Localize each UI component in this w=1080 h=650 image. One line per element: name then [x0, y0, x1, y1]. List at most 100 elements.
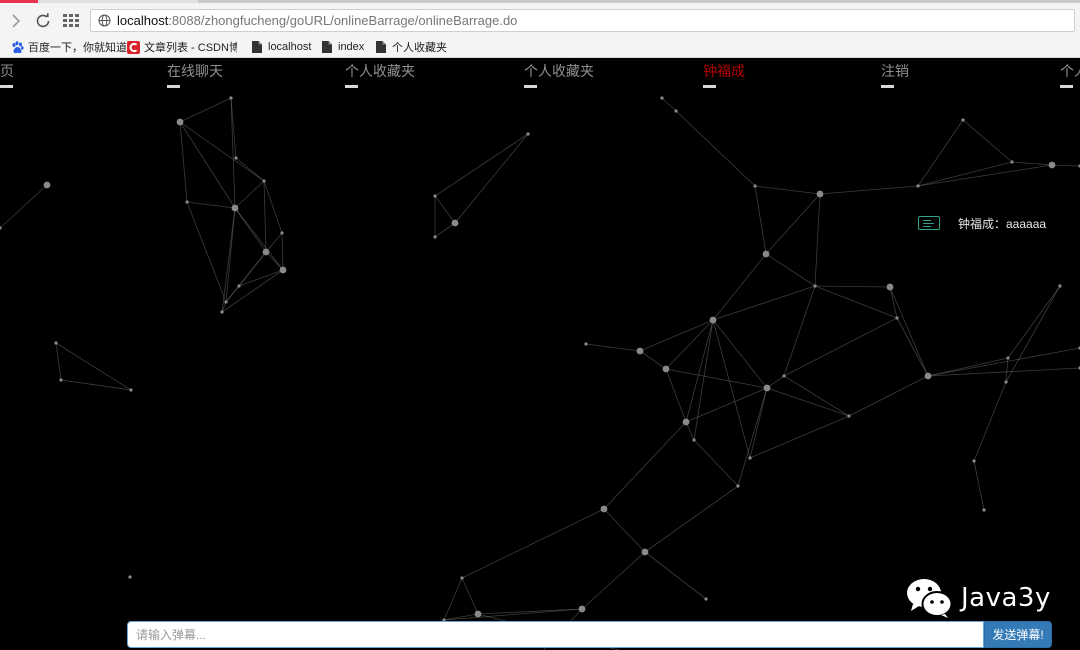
network-node	[636, 347, 644, 355]
network-node	[185, 200, 189, 204]
network-node	[682, 418, 690, 426]
network-link	[234, 180, 265, 209]
network-link	[1011, 161, 1053, 166]
barrage-form: 发送弹幕!	[127, 621, 1052, 648]
tab-strip	[198, 0, 1080, 3]
network-node	[736, 484, 740, 488]
network-node	[474, 610, 482, 618]
network-link	[749, 387, 768, 459]
grid-icon	[63, 14, 79, 27]
network-node	[460, 576, 464, 580]
bookmark-label: 文章列表 - CSDN博客	[144, 42, 237, 54]
bookmark-label: index	[338, 41, 365, 53]
nav-item-chat[interactable]: 在线聊天	[167, 61, 223, 88]
network-node	[674, 109, 678, 113]
network-link	[848, 375, 929, 417]
network-link	[265, 232, 283, 253]
network-link	[765, 253, 816, 287]
network-node	[224, 300, 228, 304]
network-node	[59, 378, 63, 382]
network-node	[748, 456, 752, 460]
nav-item-favorites-2[interactable]: 个人收藏夹	[524, 61, 594, 88]
page-icon	[250, 40, 264, 54]
send-barrage-button[interactable]: 发送弹幕!	[984, 621, 1052, 648]
network-node	[692, 438, 696, 442]
nav-underline	[703, 85, 716, 88]
network-node	[1010, 160, 1014, 164]
network-link	[603, 508, 646, 553]
network-link	[814, 285, 891, 288]
network-link	[225, 207, 236, 303]
bookmark-index[interactable]: index	[320, 38, 364, 56]
nav-label: 注销	[881, 64, 909, 80]
network-node	[176, 118, 184, 126]
network-link	[443, 577, 463, 621]
nav-item-favorites[interactable]: 个人收藏夹	[345, 61, 415, 88]
nav-label: 个人	[1060, 64, 1080, 80]
network-node	[916, 184, 920, 188]
network-link	[230, 97, 236, 209]
network-link	[712, 285, 816, 321]
nav-item-user[interactable]: 钟福成	[703, 61, 745, 88]
page-icon	[374, 40, 388, 54]
nav-label: 个人收藏夹	[345, 64, 415, 80]
network-link	[585, 343, 641, 352]
bookmark-favorites[interactable]: 个人收藏夹	[374, 38, 447, 56]
bookmark-baidu[interactable]: 百度一下，你就知道	[10, 38, 127, 56]
nav-item-logout[interactable]: 注销	[881, 61, 909, 88]
network-node	[1048, 161, 1056, 169]
network-link	[712, 253, 767, 321]
network-node	[600, 505, 608, 513]
network-link	[754, 185, 767, 255]
network-node	[1004, 380, 1008, 384]
nav-item-profile[interactable]: 个人	[1060, 61, 1080, 88]
barrage-text: 钟福成：aaaaaa	[958, 216, 1047, 231]
network-node	[753, 184, 757, 188]
browser-toolbar: localhost:8088/zhongfucheng/goURL/online…	[0, 0, 1080, 36]
network-link	[434, 133, 529, 197]
network-link	[281, 232, 284, 271]
network-node	[982, 508, 986, 512]
network-link	[639, 350, 667, 370]
network-node	[526, 132, 530, 136]
network-link	[443, 613, 479, 621]
network-link	[263, 180, 283, 234]
nav-underline	[881, 85, 894, 88]
network-link	[55, 342, 132, 391]
network-link	[186, 201, 227, 303]
network-node	[662, 365, 670, 373]
network-link	[265, 251, 284, 271]
network-node	[578, 605, 586, 613]
network-link	[685, 387, 768, 423]
network-node	[782, 374, 786, 378]
nav-item-home[interactable]: 页	[0, 61, 14, 88]
network-link	[461, 508, 605, 579]
chevron-right-icon	[12, 14, 21, 28]
bookmark-localhost[interactable]: localhost	[250, 38, 311, 56]
page-icon	[320, 40, 334, 54]
nav-underline	[524, 85, 537, 88]
bookmark-csdn[interactable]: 文章列表 - CSDN博客	[127, 38, 237, 56]
apps-grid-button[interactable]	[59, 9, 83, 33]
network-node	[433, 194, 437, 198]
network-node	[704, 597, 708, 601]
network-node	[43, 181, 51, 189]
network-node	[584, 342, 588, 346]
barrage-input[interactable]	[127, 621, 984, 648]
network-link	[889, 286, 929, 377]
network-node	[128, 575, 132, 579]
bookmark-label: localhost	[268, 41, 312, 53]
network-node	[262, 248, 270, 256]
nav-label: 页	[0, 64, 14, 80]
network-node	[1006, 356, 1010, 360]
network-link	[443, 608, 583, 621]
reload-button[interactable]	[31, 9, 55, 33]
address-bar[interactable]: localhost:8088/zhongfucheng/goURL/online…	[90, 9, 1075, 32]
network-node	[660, 96, 664, 100]
network-link	[712, 319, 751, 459]
globe-icon	[91, 10, 117, 31]
network-node	[816, 190, 824, 198]
network-node	[129, 388, 133, 392]
network-node	[813, 284, 817, 288]
forward-button[interactable]	[4, 9, 28, 33]
